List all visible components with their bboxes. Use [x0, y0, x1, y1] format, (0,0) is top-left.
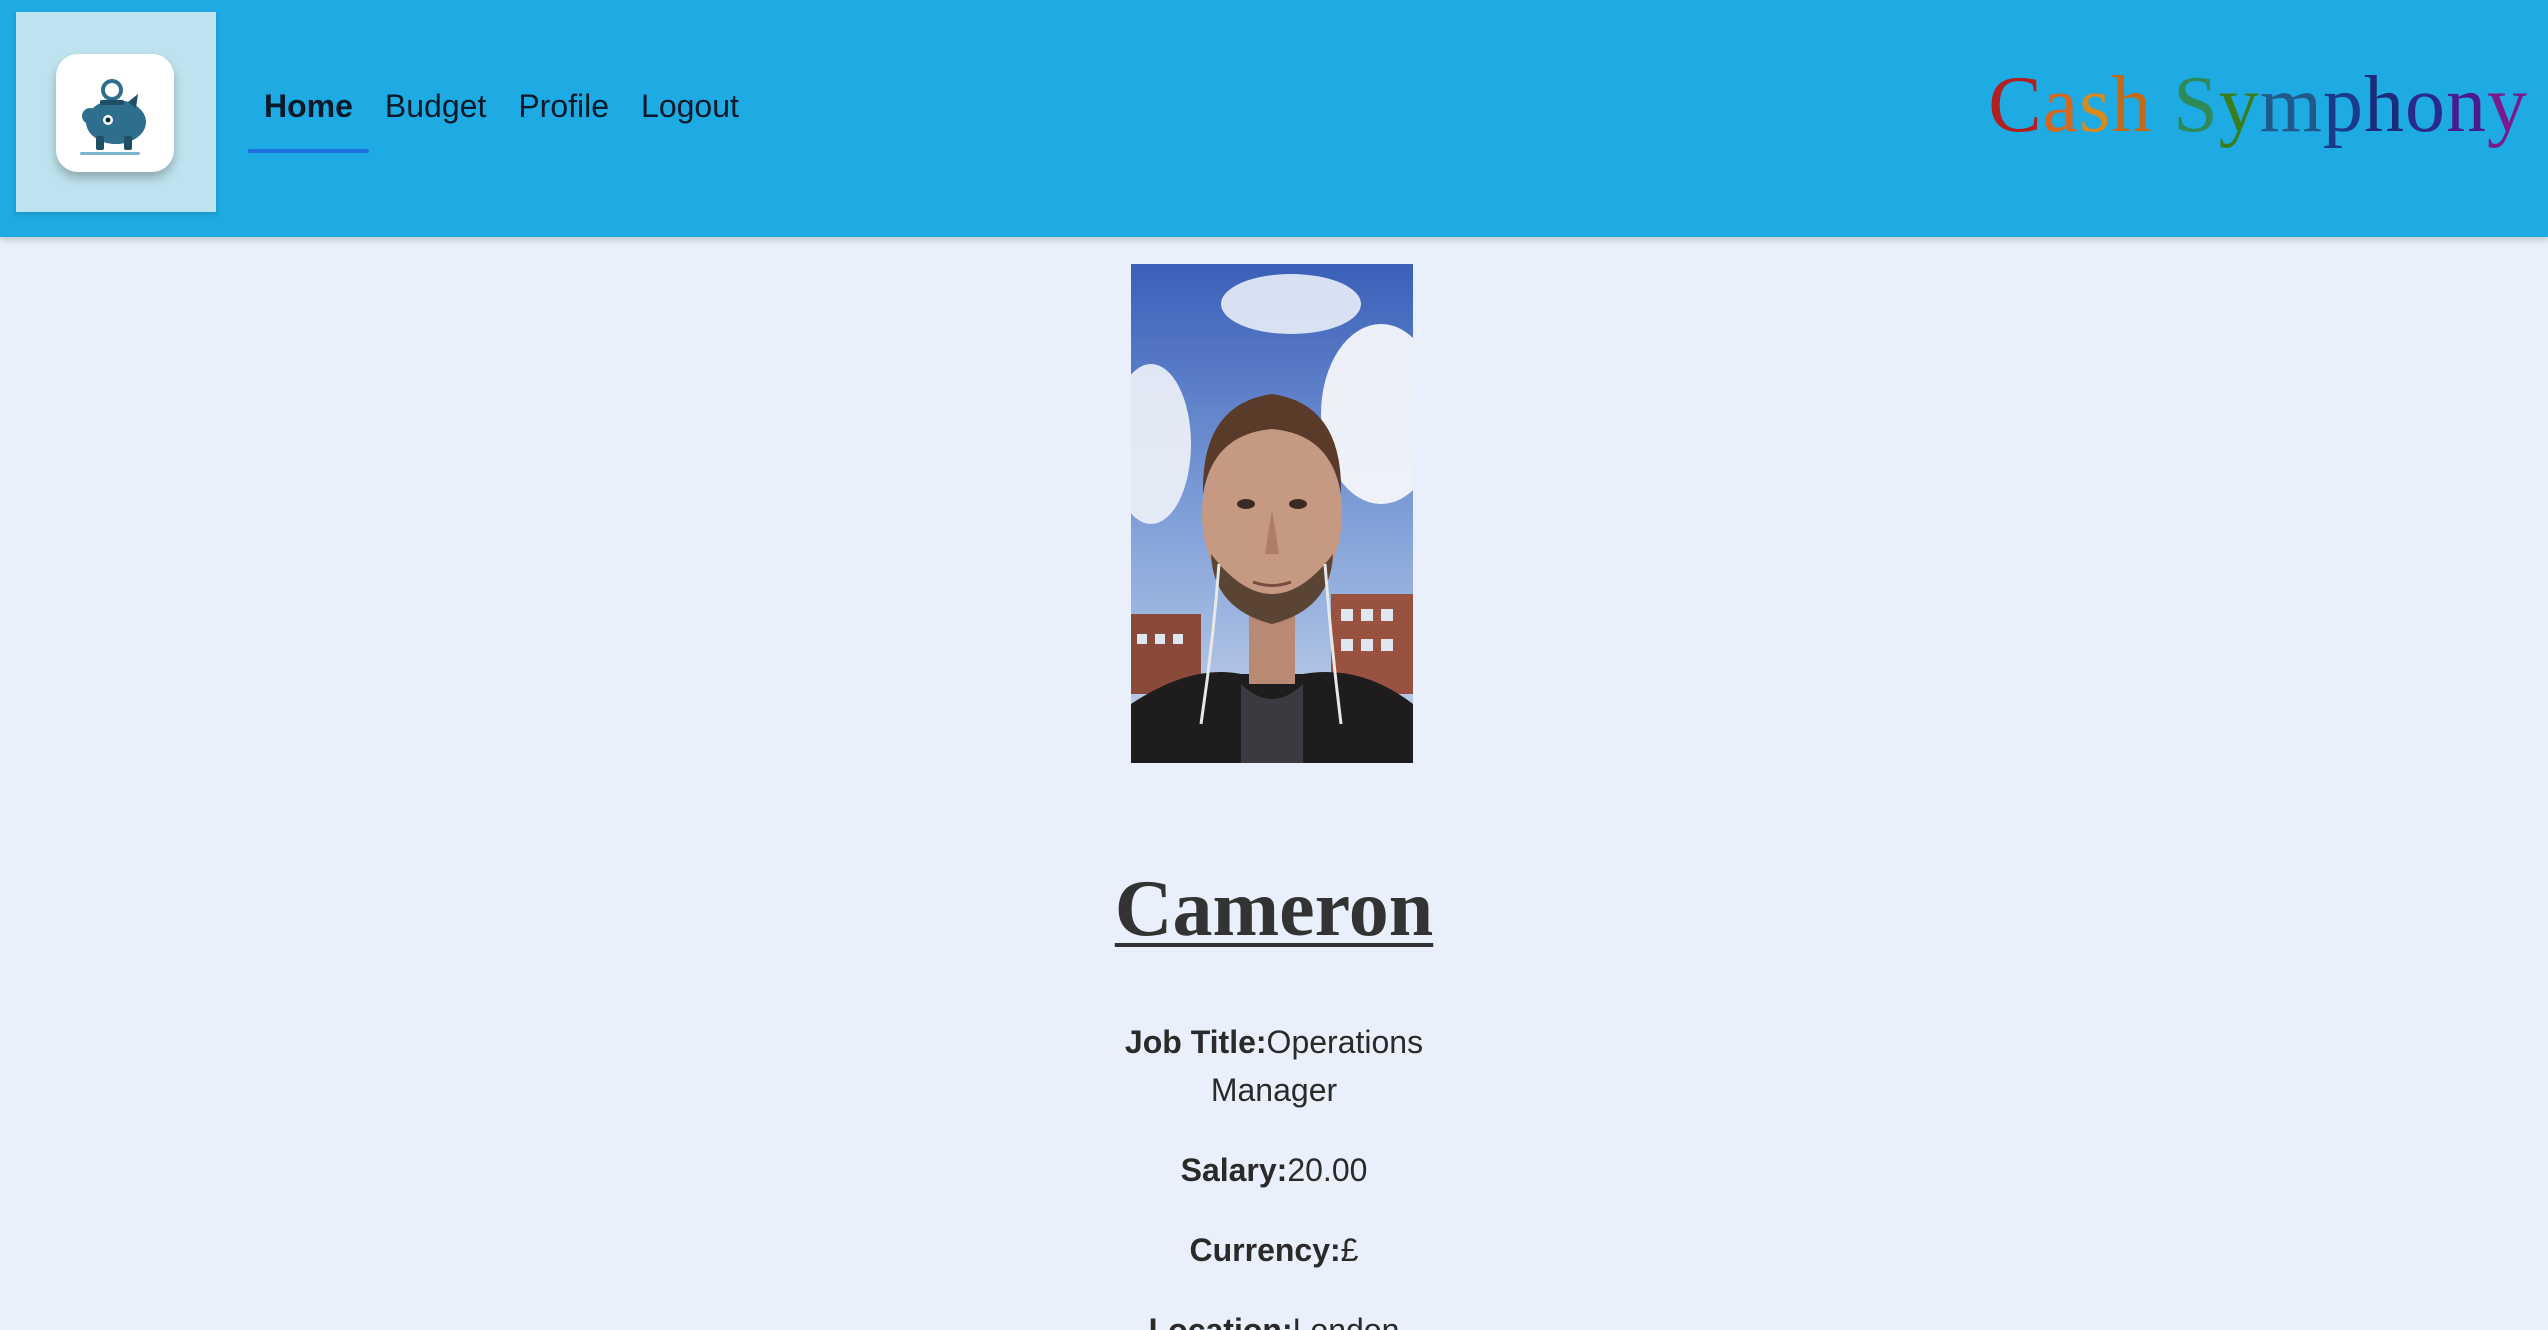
brand-letter: a [2042, 61, 2080, 149]
brand-letter: n [2446, 61, 2487, 149]
brand-letter: y [2487, 61, 2528, 149]
profile-photo [1131, 264, 1413, 763]
brand-letter: o [2405, 61, 2446, 149]
detail-value: London [1292, 1312, 1400, 1330]
brand-letter: y [2218, 61, 2260, 149]
detail-label: Location: [1148, 1312, 1293, 1330]
nav-profile[interactable]: Profile [502, 88, 625, 153]
detail-label: Salary: [1180, 1152, 1288, 1188]
detail-currency: Currency:£ [1104, 1226, 1444, 1274]
logo-container[interactable] [16, 12, 216, 212]
detail-label: Currency: [1189, 1232, 1341, 1268]
brand-letter: h [2111, 61, 2153, 149]
brand-letter [2152, 60, 2173, 151]
detail-location: Location:London [1104, 1306, 1444, 1330]
piggy-bank-icon [80, 79, 146, 155]
brand-title: Cash Symphony [1988, 60, 2528, 151]
detail-value: £ [1340, 1232, 1359, 1268]
detail-job-title: Job Title:Operations Manager [1104, 1018, 1444, 1114]
brand-letter: h [2364, 61, 2405, 149]
nav-budget[interactable]: Budget [369, 88, 502, 153]
detail-value: 20.00 [1287, 1152, 1368, 1188]
detail-label: Job Title: [1124, 1024, 1267, 1060]
brand-letter: p [2323, 61, 2364, 149]
brand-letter: s [2079, 61, 2112, 149]
nav-home[interactable]: Home [248, 88, 369, 153]
app-logo [56, 54, 174, 172]
profile-name-text: Cameron [1114, 865, 1434, 953]
brand-letter: C [1988, 61, 2043, 149]
brand-letter: S [2173, 61, 2219, 149]
profile-details: Job Title:Operations Manager Salary:20.0… [1104, 1018, 1444, 1330]
nav-logout[interactable]: Logout [625, 88, 755, 153]
brand-letter: m [2259, 61, 2323, 149]
profile-name: Cameron [0, 864, 2548, 955]
detail-salary: Salary:20.00 [1104, 1146, 1444, 1194]
main-nav: Home Budget Profile Logout [248, 88, 755, 153]
top-app-bar: Home Budget Profile Logout Cash Symphony [0, 0, 2548, 237]
